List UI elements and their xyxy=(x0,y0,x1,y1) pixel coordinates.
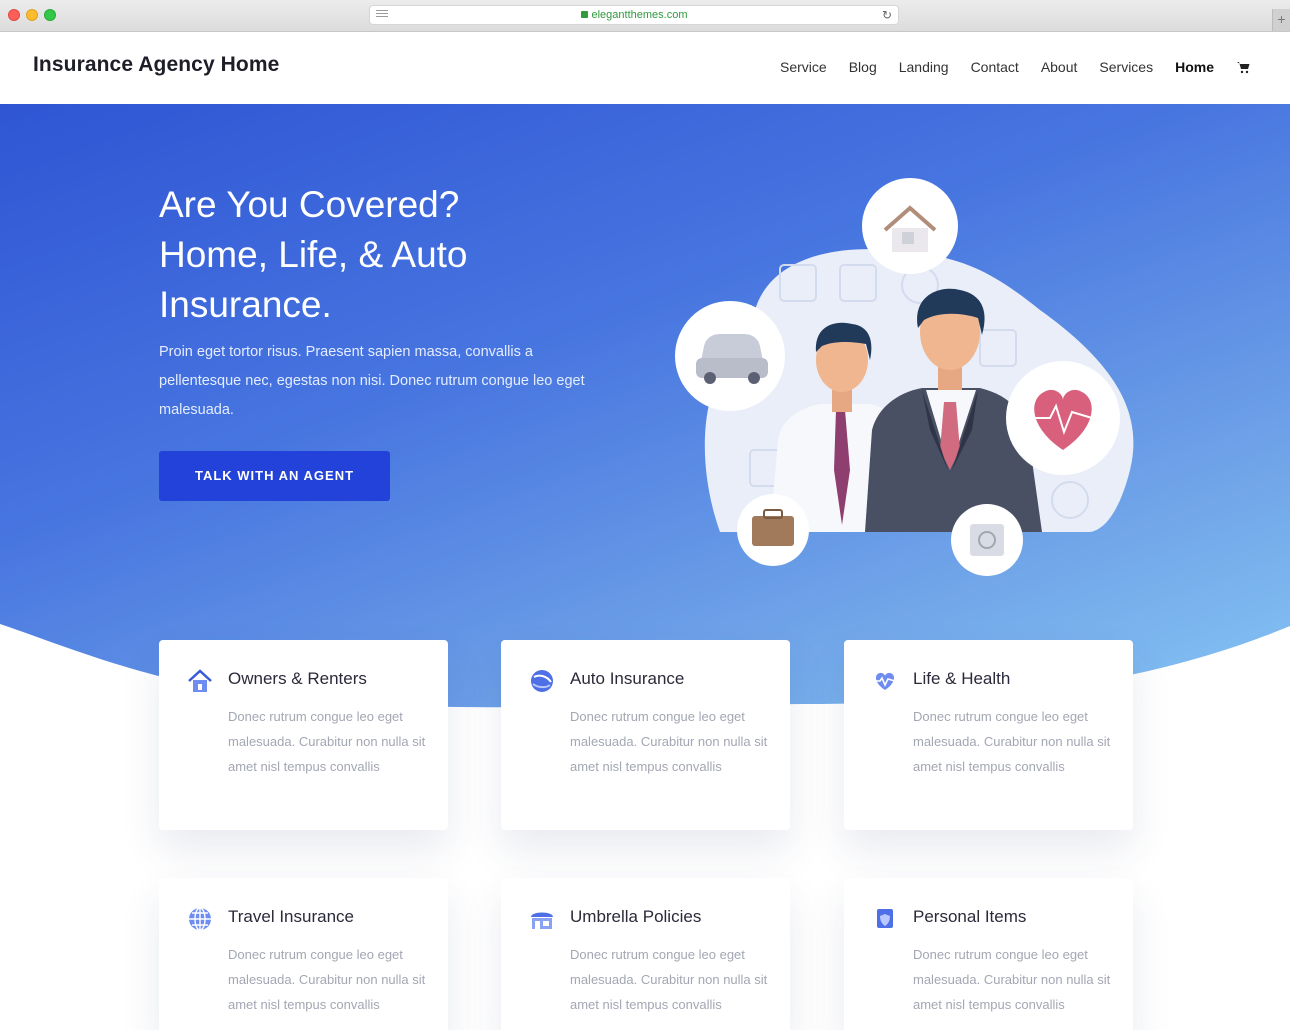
nav-service[interactable]: Service xyxy=(780,59,827,75)
card-title: Travel Insurance xyxy=(228,907,354,926)
house-bubble xyxy=(862,178,958,274)
nav-home[interactable]: Home xyxy=(1175,59,1214,75)
hero-title-line: Home, Life, & Auto xyxy=(159,234,468,275)
card-title: Life & Health xyxy=(913,669,1011,688)
service-card-owners-renters[interactable]: Owners & Renters Donec rutrum congue leo… xyxy=(159,640,448,830)
browser-chrome: elegantthemes.com ↻ + xyxy=(0,0,1290,32)
globe-icon xyxy=(189,907,211,931)
zoom-window-button[interactable] xyxy=(44,9,56,21)
safe-bubble xyxy=(951,504,1023,576)
shield-item-icon xyxy=(877,909,893,928)
card-title: Owners & Renters xyxy=(228,669,367,688)
nav-services[interactable]: Services xyxy=(1099,59,1153,75)
card-text: Donec rutrum congue leo eget malesuada. … xyxy=(913,947,1111,1012)
nav-contact[interactable]: Contact xyxy=(971,59,1019,75)
car-bubble xyxy=(675,301,785,411)
card-title: Auto Insurance xyxy=(570,669,685,688)
talk-with-agent-button[interactable]: TALK WITH AN AGENT xyxy=(159,451,390,501)
hero-title-line: Insurance. xyxy=(159,284,332,325)
url-text: elegantthemes.com xyxy=(591,9,688,21)
address-bar[interactable]: elegantthemes.com ↻ xyxy=(369,5,899,25)
reload-icon[interactable]: ↻ xyxy=(882,8,892,22)
main-nav: Service Blog Landing Contact About Servi… xyxy=(758,59,1250,75)
hero-title-line: Are You Covered? xyxy=(159,184,460,225)
storefront-icon xyxy=(531,912,553,929)
house-icon xyxy=(188,669,212,692)
nav-blog[interactable]: Blog xyxy=(849,59,877,75)
briefcase-bubble xyxy=(737,494,809,566)
site-logo[interactable]: Insurance Agency Home xyxy=(33,53,279,77)
card-title: Umbrella Policies xyxy=(570,907,702,926)
agents-illustration xyxy=(675,178,1134,576)
globe-swirl-icon xyxy=(531,670,553,692)
close-window-button[interactable] xyxy=(8,9,20,21)
card-text: Donec rutrum congue leo eget malesuada. … xyxy=(228,947,426,1012)
service-card-personal-items[interactable]: Personal Items Donec rutrum congue leo e… xyxy=(844,878,1133,1030)
heart-bubble xyxy=(1006,361,1120,475)
nav-landing[interactable]: Landing xyxy=(899,59,949,75)
site-header: Insurance Agency Home Service Blog Landi… xyxy=(0,33,1290,104)
minimize-window-button[interactable] xyxy=(26,9,38,21)
heart-pulse-icon xyxy=(875,672,896,690)
new-tab-button[interactable]: + xyxy=(1272,9,1290,31)
service-card-life-health[interactable]: Life & Health Donec rutrum congue leo eg… xyxy=(844,640,1133,830)
nav-about[interactable]: About xyxy=(1041,59,1078,75)
hero-description: Proin eget tortor risus. Praesent sapien… xyxy=(159,344,585,418)
card-text: Donec rutrum congue leo eget malesuada. … xyxy=(228,709,426,774)
card-text: Donec rutrum congue leo eget malesuada. … xyxy=(570,947,768,1012)
service-card-travel-insurance[interactable]: Travel Insurance Donec rutrum congue leo… xyxy=(159,878,448,1030)
hero-title: Are You Covered? Home, Life, & Auto Insu… xyxy=(159,180,619,330)
lock-icon xyxy=(580,11,588,18)
card-title: Personal Items xyxy=(913,907,1027,926)
card-text: Donec rutrum congue leo eget malesuada. … xyxy=(913,709,1111,774)
service-card-auto-insurance[interactable]: Auto Insurance Donec rutrum congue leo e… xyxy=(501,640,790,830)
cart-icon[interactable] xyxy=(1236,60,1250,74)
card-text: Donec rutrum congue leo eget malesuada. … xyxy=(570,709,768,774)
service-card-umbrella-policies[interactable]: Umbrella Policies Donec rutrum congue le… xyxy=(501,878,790,1030)
